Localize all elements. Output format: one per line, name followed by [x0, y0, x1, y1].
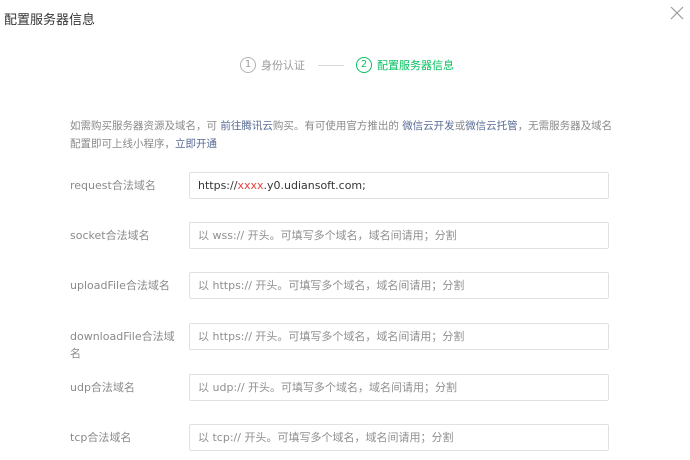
step-number: 1	[240, 57, 256, 73]
step-indicator: 1 身份认证 2 配置服务器信息	[0, 57, 690, 75]
step-identity-verification: 1 身份认证	[240, 57, 305, 73]
request-value-suffix: .y0.udiansoft.com;	[263, 179, 366, 192]
step-divider	[318, 65, 344, 66]
notice-text: 如需购买服务器资源及域名，可	[70, 120, 217, 132]
step-label: 配置服务器信息	[377, 59, 454, 72]
wechat-cloud-dev-link[interactable]: 微信云开发	[402, 120, 455, 132]
step-label: 身份认证	[261, 59, 305, 72]
uploadfile-domain-input[interactable]: 以 https:// 开头。可填写多个域名，域名间请用；分割	[189, 272, 609, 299]
udp-domain-input[interactable]: 以 udp:// 开头。可填写多个域名，域名间请用；分割	[189, 374, 609, 401]
close-icon[interactable]	[670, 6, 684, 20]
notice-text: 购买。有可使用官方推出的	[272, 120, 399, 132]
request-value-prefix: https://	[198, 179, 238, 192]
open-now-link[interactable]: 立即开通	[175, 138, 217, 150]
uploadfile-domain-label: uploadFile合法域名	[70, 279, 170, 292]
tcp-domain-input[interactable]: 以 tcp:// 开头。可填写多个域名，域名间请用；分割	[189, 424, 609, 451]
notice-text: 或	[454, 120, 466, 132]
server-notice: 如需购买服务器资源及域名，可 前往腾讯云购买。有可使用官方推出的 微信云开发或微…	[70, 117, 615, 153]
request-domain-input[interactable]: https://xxxx.y0.udiansoft.com;	[189, 172, 609, 199]
request-value-masked: xxxx	[237, 179, 264, 192]
tcp-domain-label: tcp合法域名	[70, 431, 132, 444]
step-server-config: 2 配置服务器信息	[356, 57, 454, 73]
step-number: 2	[356, 57, 372, 73]
socket-domain-input[interactable]: 以 wss:// 开头。可填写多个域名，域名间请用；分割	[189, 222, 609, 249]
downloadfile-domain-label: downloadFile合法域名	[70, 330, 175, 360]
buy-tencent-cloud-link[interactable]: 前往腾讯云	[220, 120, 273, 132]
socket-domain-label: socket合法域名	[70, 229, 150, 242]
udp-domain-label: udp合法域名	[70, 381, 135, 394]
request-domain-label: request合法域名	[70, 179, 156, 192]
wechat-cloud-host-link[interactable]: 微信云托管	[465, 120, 518, 132]
dialog-title: 配置服务器信息	[4, 13, 96, 28]
downloadfile-domain-input[interactable]: 以 https:// 开头。可填写多个域名，域名间请用；分割	[189, 323, 609, 350]
